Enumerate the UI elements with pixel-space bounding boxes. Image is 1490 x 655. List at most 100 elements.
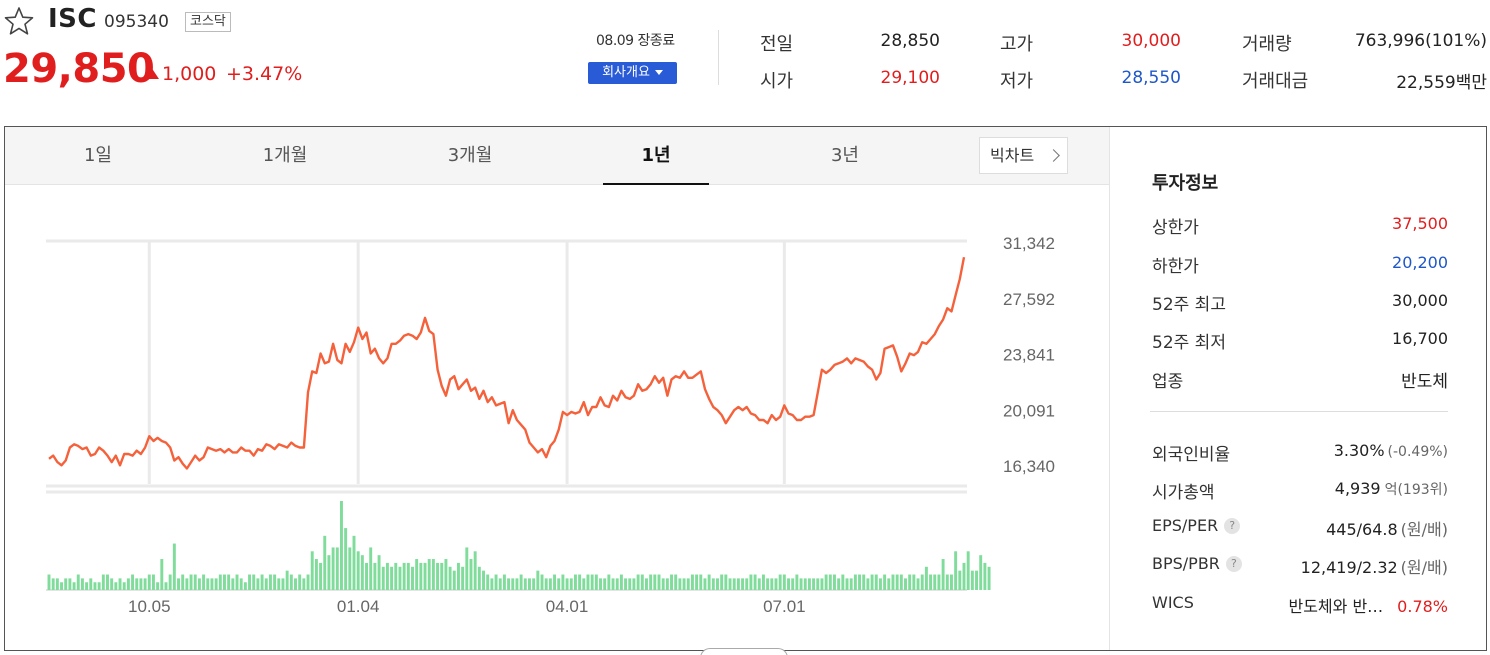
volume-bar <box>828 574 832 590</box>
volume-bar <box>590 574 594 590</box>
volume-bar <box>912 574 916 590</box>
tab-1-year[interactable]: 1년 <box>603 127 709 185</box>
volume-bar <box>511 578 515 590</box>
bps-pbr-label: BPS/PBR? <box>1152 554 1242 573</box>
volume-bar <box>482 570 485 590</box>
volume-bar <box>498 578 502 590</box>
price-change: 1,000 <box>162 63 217 85</box>
bigchart-button[interactable]: 빅차트 <box>979 137 1068 174</box>
volume-bar <box>624 578 628 590</box>
volume-bar <box>218 574 222 590</box>
volume-bar <box>452 570 456 590</box>
volume-bar <box>72 582 76 590</box>
volume-bar <box>227 574 231 590</box>
volume-bar <box>252 574 256 590</box>
volume-bar <box>707 574 711 590</box>
volume-bar <box>657 574 661 590</box>
eps-per-value: 445/64.8 <box>1326 520 1398 539</box>
stock-code: 095340 <box>104 12 169 32</box>
volume-bar <box>599 578 602 590</box>
open-label: 시가 <box>760 71 794 92</box>
volume-bar <box>853 574 857 590</box>
volume-bar <box>206 578 210 590</box>
chevron-right-icon <box>1047 149 1060 162</box>
volume-bar <box>569 578 573 590</box>
volume-bar <box>866 578 870 590</box>
volume-bar <box>202 574 206 590</box>
volume-bar <box>385 562 389 590</box>
panel-divider <box>1109 127 1110 650</box>
volume-bar <box>348 547 352 590</box>
volume-bar <box>766 578 770 590</box>
eps-per: 445/64.8 (원/배) <box>1326 516 1448 540</box>
help-icon[interactable]: ? <box>1224 518 1241 534</box>
volume-bar <box>394 562 398 590</box>
volume-bar <box>720 574 724 590</box>
chart-card: 1일 1개월 3개월 1년 3년 빅차트 10.05 01.04 04.01 07.0… <box>4 126 1487 651</box>
scroll-handle[interactable] <box>700 648 788 655</box>
volume-bar <box>398 566 402 590</box>
volume-bar <box>122 582 126 590</box>
prev-close-label: 전일 <box>760 34 794 55</box>
volume-bar <box>365 562 368 590</box>
volume-bar <box>298 574 302 590</box>
volume-bar <box>231 578 235 590</box>
volume-bar <box>131 574 135 590</box>
volume-bar <box>411 566 414 590</box>
volume-bar <box>954 551 958 590</box>
volume-bar <box>502 574 506 590</box>
favorite-star-icon[interactable] <box>4 6 34 36</box>
volume-bar <box>962 562 966 590</box>
tab-3-year[interactable]: 3년 <box>815 127 875 185</box>
volume-bar <box>93 582 97 590</box>
volume-bar <box>741 578 745 590</box>
tab-3-month[interactable]: 3개월 <box>430 127 510 185</box>
volume-bar <box>523 578 527 590</box>
volume-bar <box>807 578 811 590</box>
tab-1-day[interactable]: 1일 <box>67 127 129 185</box>
volume-bar <box>724 574 728 590</box>
wics[interactable]: 반도체와 반… 0.78% <box>1288 593 1448 617</box>
company-overview-button[interactable]: 회사개요 <box>588 62 677 84</box>
volume-bar <box>243 582 247 590</box>
volume-bar <box>874 574 878 590</box>
tab-1-month[interactable]: 1개월 <box>245 127 325 185</box>
caret-down-icon <box>654 70 663 75</box>
volume-bar <box>782 574 786 590</box>
volume-bar <box>703 578 707 590</box>
volume-bar <box>557 578 561 590</box>
volume-bar <box>849 578 853 590</box>
volume-bar <box>469 559 473 590</box>
volume-bar <box>456 562 460 590</box>
volume-bar <box>60 582 63 590</box>
up-arrow-icon <box>143 67 159 79</box>
volume-bar <box>427 559 431 590</box>
stock-name: ISC <box>48 4 97 34</box>
volume-bar <box>360 555 364 590</box>
volume-bar <box>966 551 970 590</box>
volume-bar <box>841 574 845 590</box>
volume-bar <box>690 574 694 590</box>
volume-bar <box>711 578 715 590</box>
price-chart[interactable]: 10.05 01.04 04.01 07.01 31,342 27,592 23,841 20… <box>5 185 1109 650</box>
current-price: 29,850 <box>3 46 155 92</box>
volume-bar <box>528 578 531 590</box>
help-icon[interactable]: ? <box>1225 556 1242 572</box>
volume-bar <box>753 574 757 590</box>
y-tick-label: 31,342 <box>1003 234 1055 253</box>
y-tick-label: 20,091 <box>1003 401 1055 420</box>
x-tick-label: 10.05 <box>128 597 171 616</box>
stock-header: ISC 095340 코스닥 29,850 1,000 +3.47% 08.09… <box>0 0 1490 120</box>
volume-bar <box>820 578 824 590</box>
week52-low-value: 16,700 <box>1392 329 1448 348</box>
volume-bar <box>548 578 552 590</box>
volume-bar <box>540 574 544 590</box>
industry-value: 반도체 <box>1401 372 1448 392</box>
volume-bar <box>878 578 882 590</box>
volume-bar <box>356 551 360 590</box>
volume-bar <box>699 574 703 590</box>
week52-high-value: 30,000 <box>1392 291 1448 310</box>
volume-bar <box>473 551 477 590</box>
volume-bar <box>536 570 540 590</box>
volume-bar <box>507 578 511 590</box>
